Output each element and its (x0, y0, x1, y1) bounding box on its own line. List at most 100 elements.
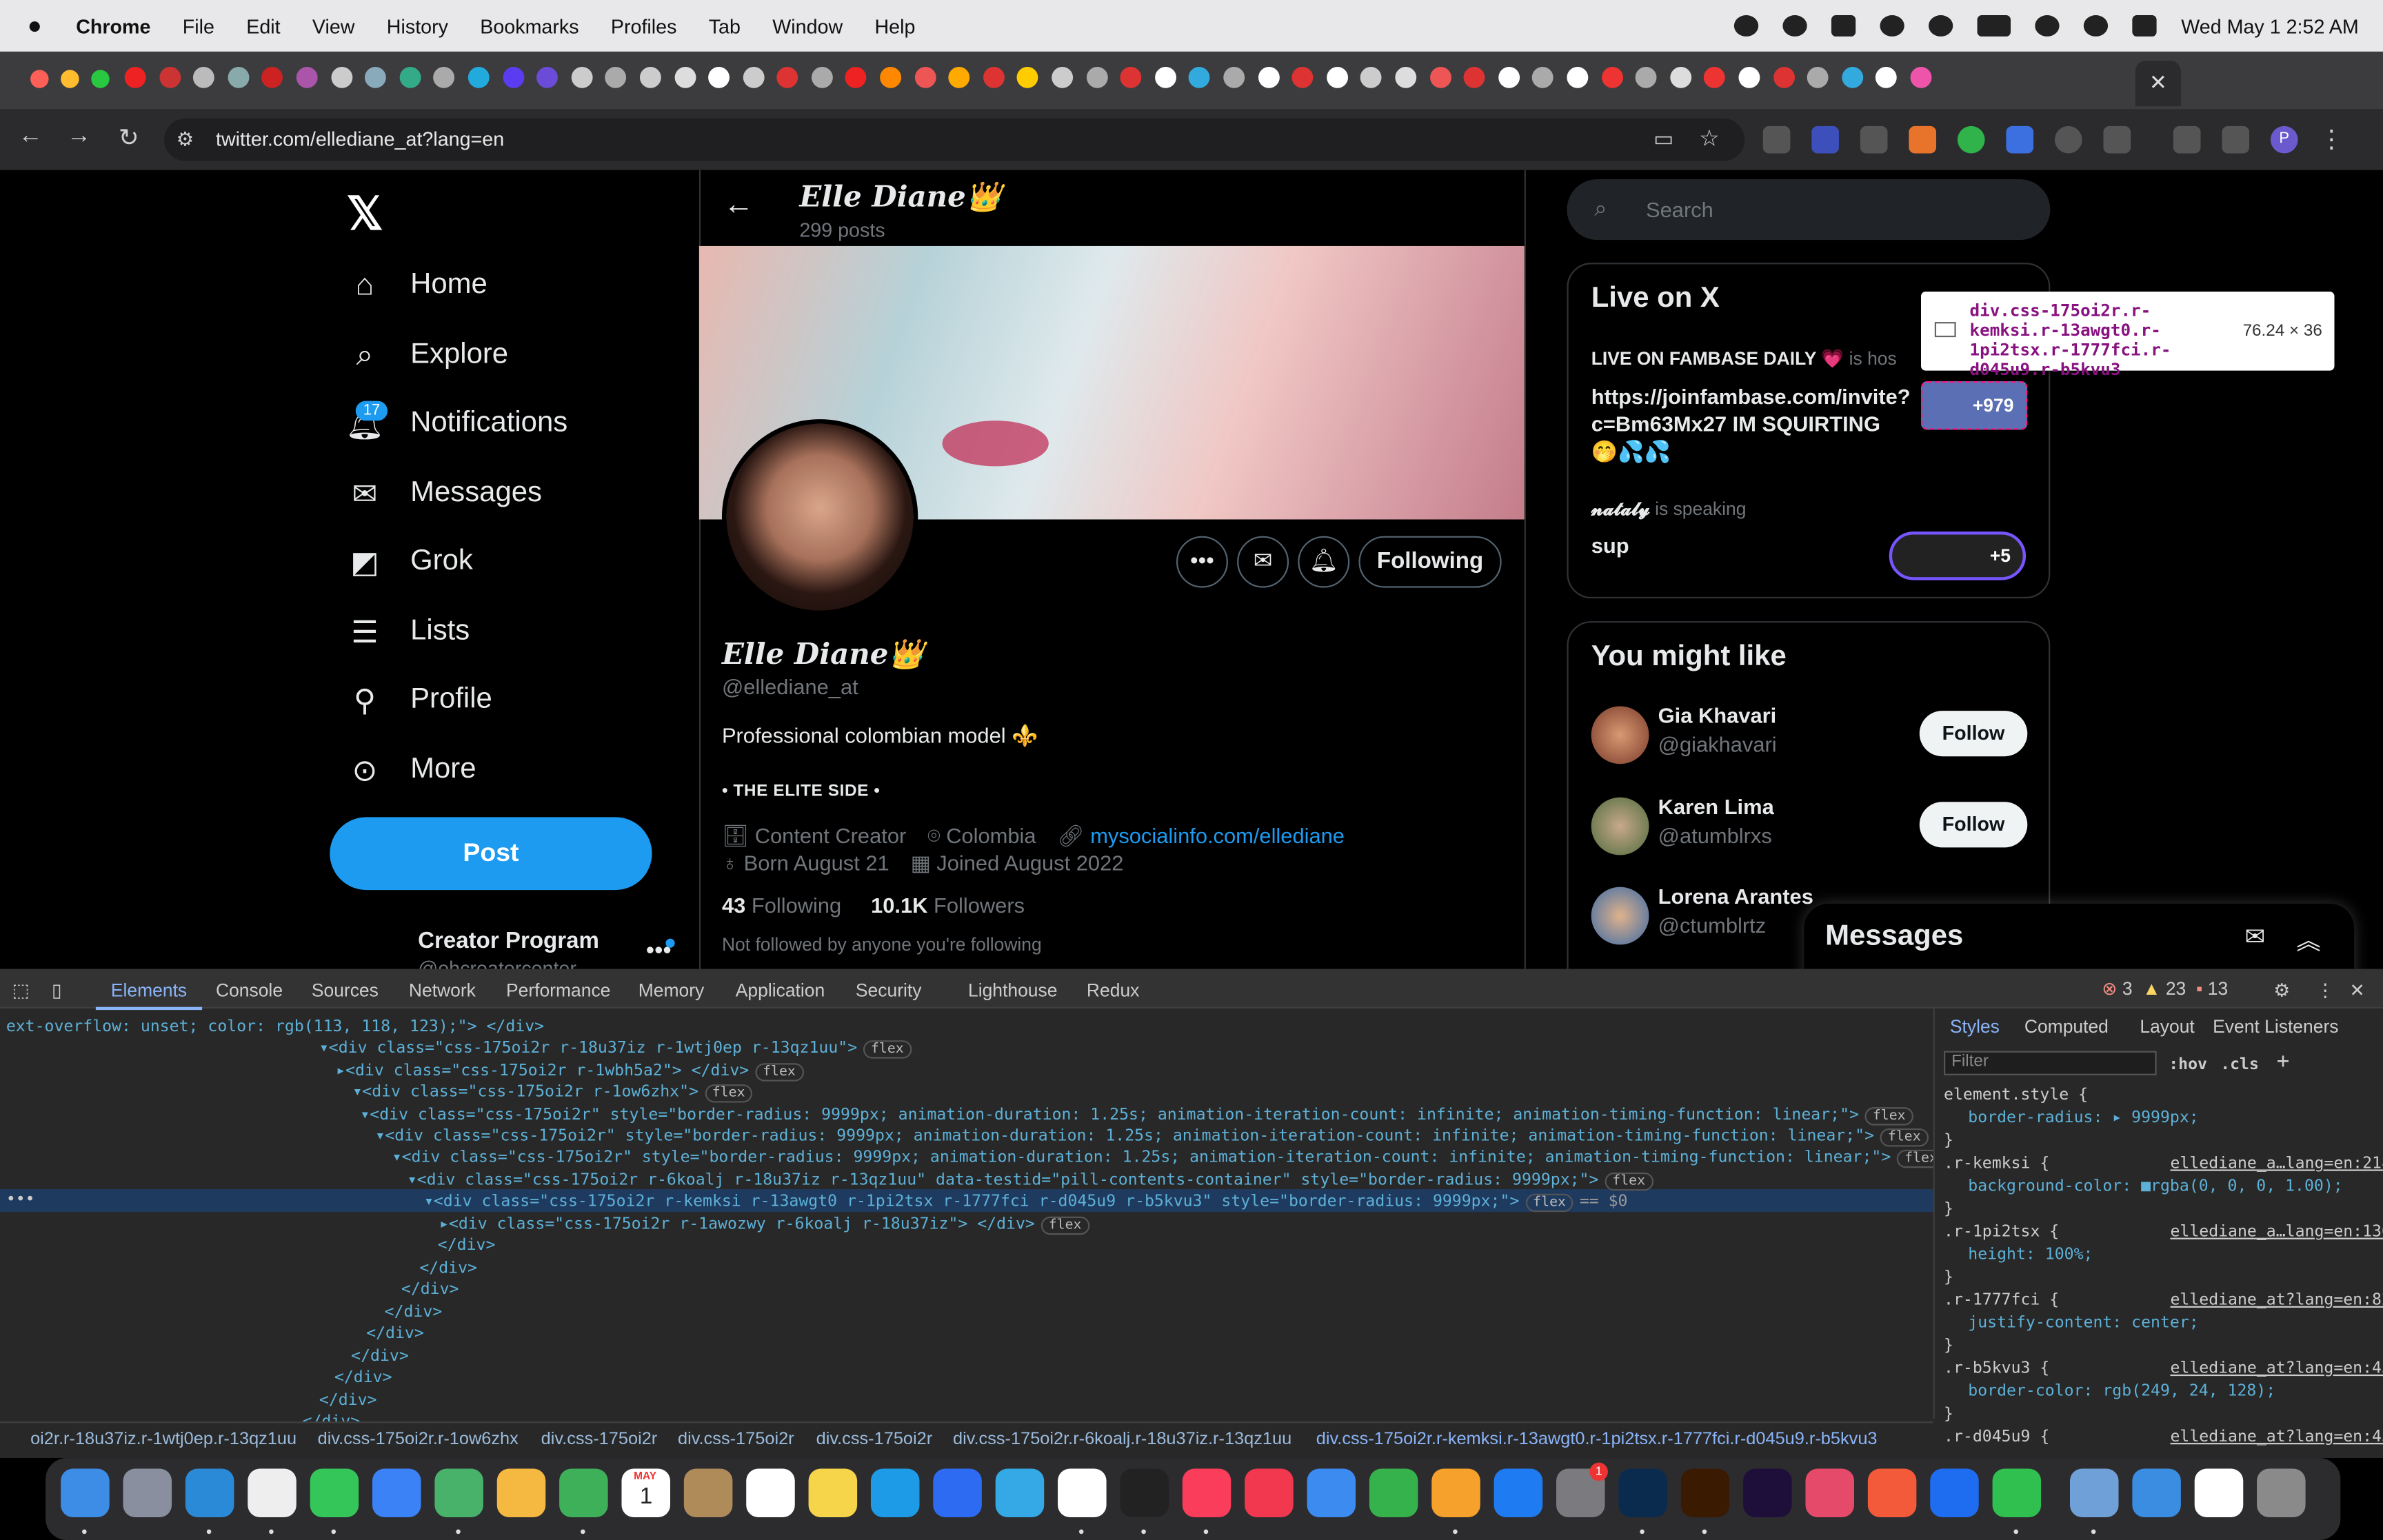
rule-declaration[interactable]: height: 100%; (1968, 1244, 2093, 1265)
tab-favicon-icon[interactable] (948, 66, 970, 88)
tab-styles[interactable]: Styles (1950, 1016, 2000, 1037)
dom-node-line[interactable]: </div> (319, 1390, 377, 1411)
search-icon[interactable] (2084, 15, 2109, 37)
dom-node-line[interactable]: </div> (419, 1257, 477, 1279)
tab-favicon-icon[interactable] (467, 66, 490, 88)
menu-help[interactable]: Help (874, 14, 915, 37)
close-window-button[interactable] (30, 70, 49, 88)
menu-history[interactable]: History (387, 14, 448, 37)
suggested-user[interactable]: Gia Khavari @giakhavari Follow (1591, 703, 2032, 765)
breadcrumb-item[interactable]: div.css-175oi2r (678, 1430, 794, 1448)
x-logo-icon[interactable]: 𝕏 (347, 188, 383, 241)
dom-node-line[interactable]: ▾<div class="css-175oi2r" style="border-… (392, 1146, 1945, 1168)
apple-icon[interactable]: ● (28, 14, 49, 38)
flex-badge[interactable]: flex (1040, 1216, 1089, 1235)
dom-node-line[interactable]: </div> (334, 1367, 392, 1388)
nav-home[interactable]: ⌂ Home (347, 267, 487, 304)
post-button[interactable]: Post (330, 817, 652, 891)
flex-badge[interactable]: flex (1864, 1107, 1913, 1126)
follow-button[interactable]: Follow (1919, 802, 2028, 848)
suggested-user[interactable]: Karen Lima @atumblrxs Follow (1591, 794, 2032, 856)
tab-favicon-icon[interactable] (330, 66, 352, 88)
breadcrumb-item[interactable]: oi2r.r-18u37iz.r-1wtj0ep.r-13qz1uu (30, 1430, 296, 1448)
creativecloud-icon[interactable] (1805, 1468, 1855, 1517)
following-link[interactable]: 43 Following (722, 893, 841, 917)
chrome-icon[interactable] (248, 1468, 296, 1517)
maps-icon[interactable] (434, 1468, 483, 1517)
tab-favicon-icon[interactable] (914, 66, 936, 88)
flex-badge[interactable]: flex (704, 1084, 753, 1103)
rule-declaration[interactable]: background-color: ■rgba(0, 0, 0, 1.00); (1968, 1175, 2342, 1197)
tab-favicon-icon[interactable] (1223, 66, 1245, 88)
live-title-text[interactable]: https://joinfambase.com/invite?c=Bm63Mx2… (1591, 383, 1911, 465)
profile-avatar[interactable] (721, 419, 918, 616)
maestral-icon[interactable] (1930, 1468, 1979, 1517)
breadcrumb-item[interactable]: div.css-175oi2r (816, 1430, 933, 1448)
messages-icon[interactable] (310, 1468, 359, 1517)
dom-node-line[interactable]: </div> (438, 1235, 496, 1256)
radar-icon[interactable] (1880, 15, 1905, 37)
photos-icon[interactable] (496, 1468, 546, 1517)
inspect-icon[interactable]: ⬚ (12, 980, 30, 1001)
bookmark-star-icon[interactable]: ☆ (1699, 125, 1720, 152)
tab-favicon-icon[interactable] (1326, 66, 1348, 88)
skype-icon[interactable] (870, 1468, 920, 1517)
dom-node-line[interactable]: ▸<div class="css-175oi2r r-1wbh5a2"> </d… (336, 1060, 803, 1082)
tab-favicon-icon[interactable] (1841, 66, 1863, 88)
tab-favicon-icon[interactable] (1258, 66, 1279, 88)
reminders-icon[interactable] (746, 1468, 795, 1517)
tab-favicon-icon[interactable] (1669, 66, 1691, 88)
tab-console[interactable]: Console (216, 980, 283, 1001)
weather-icon[interactable] (2132, 1468, 2181, 1517)
speakers-pill[interactable]: +5 (1889, 531, 2027, 580)
tab-favicon-icon[interactable] (1086, 66, 1107, 88)
space-title[interactable]: sup (1591, 533, 1629, 557)
dom-node-line[interactable]: ▾<div class="css-175oi2r" style="border-… (375, 1126, 1929, 1147)
tab-favicon-icon[interactable] (1773, 66, 1794, 88)
dom-node-line[interactable]: </div> (401, 1279, 459, 1300)
close-devtools-icon[interactable]: ✕ (2350, 980, 2365, 1001)
contacts-icon[interactable] (683, 1468, 733, 1517)
numbers-icon[interactable] (1369, 1468, 1418, 1517)
install-icon[interactable]: ▭ (1653, 126, 1673, 152)
clock[interactable]: Wed May 1 2:52 AM (2181, 14, 2359, 37)
rule-source-link[interactable]: ellediane_at?lang=en:45 (2170, 1426, 2383, 1448)
rule-selector[interactable]: element.style { (1944, 1084, 2088, 1106)
play-icon[interactable] (1929, 15, 1953, 37)
menu-window[interactable]: Window (772, 14, 843, 37)
tab-favicon-icon[interactable] (1120, 66, 1142, 88)
website-item[interactable]: 🔗︎ mysocialinfo.com/ellediane (1057, 823, 1345, 849)
pen-icon[interactable] (1867, 1468, 1917, 1517)
status-icon[interactable] (1734, 15, 1759, 37)
more-options-button[interactable]: ••• (1176, 536, 1228, 588)
nav-more[interactable]: ⊙ More (347, 752, 476, 789)
extension-icon[interactable] (1909, 125, 1937, 154)
menu-profiles[interactable]: Profiles (611, 14, 677, 37)
tab-favicon-icon[interactable] (365, 66, 387, 88)
rule-selector[interactable]: .r-d045u9 { (1944, 1426, 2049, 1448)
new-message-icon[interactable]: ✉ (2244, 922, 2265, 952)
website-link[interactable]: mysocialinfo.com/ellediane (1090, 823, 1345, 847)
tab-favicon-icon[interactable] (433, 66, 455, 88)
mail-icon[interactable] (372, 1468, 421, 1517)
dom-node-line[interactable]: ▾<div class="css-175oi2r" style="border-… (360, 1104, 1913, 1126)
minimize-window-button[interactable] (61, 70, 79, 88)
notes-icon[interactable] (808, 1468, 858, 1517)
shield-icon[interactable] (1831, 15, 1856, 37)
keynote-icon[interactable] (1307, 1468, 1356, 1517)
tab-favicon-icon[interactable] (1807, 66, 1829, 88)
listeners-pill[interactable]: +979 (1920, 381, 2028, 430)
tab-favicon-icon[interactable] (708, 66, 730, 88)
launchpad-icon[interactable] (123, 1468, 172, 1517)
rule-selector[interactable]: .r-kemksi { (1944, 1153, 2049, 1174)
tab-favicon-icon[interactable] (1017, 66, 1039, 88)
tab-favicon-icon[interactable] (605, 66, 627, 88)
news-icon[interactable] (1245, 1468, 1294, 1517)
tab-favicon-icon[interactable] (1532, 66, 1554, 88)
site-info-icon[interactable]: ⚙ (177, 128, 194, 152)
nav-lists[interactable]: ☰ Lists (347, 614, 470, 650)
appletv-icon[interactable] (1120, 1468, 1169, 1517)
puzzle-icon[interactable] (2103, 125, 2131, 154)
followers-link[interactable]: 10.1K Followers (871, 893, 1025, 917)
breadcrumb-item[interactable]: div.css-175oi2r.r-kemksi.r-13awgt0.r-1pi… (1316, 1430, 1878, 1448)
